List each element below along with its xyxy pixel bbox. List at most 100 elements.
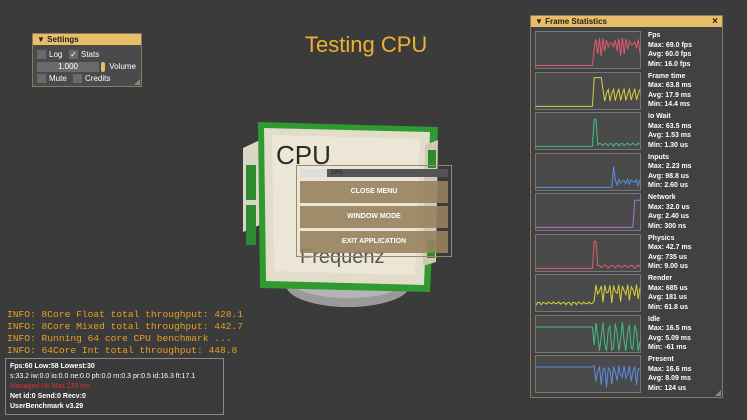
- stat-avg: Avg: 2.40 us: [648, 213, 689, 220]
- progress-label: 18%: [330, 170, 343, 176]
- stat-row-network: Network Max: 32.0 us Avg: 2.40 us Min: 3…: [535, 192, 720, 232]
- stat-name: Inputs: [648, 153, 669, 161]
- collapse-triangle-icon[interactable]: ▼: [535, 17, 543, 26]
- volume-label: Volume: [109, 62, 136, 71]
- volume-slider[interactable]: 1.000 Volume: [37, 61, 136, 72]
- checkmark-icon: ✓: [69, 50, 78, 60]
- timing-info: s:33.2 iw:0.0 io:0.0 ne:0.0 ph:0.0 rn:0.…: [10, 373, 196, 380]
- stat-graph: [535, 355, 641, 393]
- stat-max: Max: 42.7 ms: [648, 244, 692, 251]
- checkbox-icon: [37, 74, 46, 84]
- stat-avg: Avg: 1.53 ms: [648, 132, 691, 139]
- volume-field[interactable]: 1.000: [37, 62, 105, 72]
- stat-graph: [535, 71, 641, 110]
- stat-name: Idle: [648, 315, 661, 323]
- close-icon[interactable]: ×: [712, 16, 718, 27]
- stat-max: Max: 685 us: [648, 284, 688, 292]
- stat-min: Min: 9.00 us: [648, 263, 689, 270]
- frame-statistics-title: Frame Statistics: [545, 17, 607, 26]
- cpu-side-pins-left: [246, 165, 256, 200]
- exit-application-button[interactable]: EXIT APPLICATION: [300, 231, 448, 253]
- stat-min: Min: 14.4 ms: [648, 101, 691, 108]
- volume-handle[interactable]: [101, 62, 105, 72]
- stat-name: Fps: [648, 32, 661, 39]
- resize-grip-icon[interactable]: [715, 390, 721, 396]
- cpu-side-pins-left-2: [246, 205, 256, 245]
- stat-text: Fps Max: 69.0 fps Avg: 60.0 fps Min: 16.…: [648, 31, 692, 69]
- stat-row-present: Present Max: 16.6 ms Avg: 8.09 ms Min: 1…: [535, 354, 720, 394]
- close-menu-button[interactable]: CLOSE MENU: [300, 181, 448, 203]
- stat-row-idle: Idle Max: 16.5 ms Avg: 5.09 ms Min: -61 …: [535, 314, 720, 354]
- stat-max: Max: 16.6 ms: [648, 365, 692, 373]
- stat-text: Io Wait Max: 63.5 ms Avg: 1.53 ms Min: 1…: [648, 112, 692, 150]
- stat-row-io-wait: Io Wait Max: 63.5 ms Avg: 1.53 ms Min: 1…: [535, 111, 720, 151]
- resize-grip-icon[interactable]: [134, 79, 140, 85]
- net-info: Net id:0 Send:0 Recv:0: [10, 393, 86, 400]
- progress-bar: 18%: [300, 169, 448, 177]
- stat-name: Present: [648, 356, 674, 363]
- stat-max: Max: 63.8 ms: [648, 82, 692, 89]
- frame-statistics-title-bar[interactable]: ▼ Frame Statistics ×: [531, 16, 722, 27]
- stat-avg: Avg: 5.09 ms: [648, 334, 691, 342]
- stat-min: Min: 61.8 us: [648, 303, 689, 311]
- stat-row-physics: Physics Max: 42.7 ms Avg: 735 us Min: 9.…: [535, 233, 720, 273]
- stat-min: Min: 300 ns: [648, 222, 687, 230]
- version-info: UserBenchmark v3.29: [10, 403, 84, 410]
- mute-checkbox[interactable]: Mute: [37, 73, 67, 84]
- mute-label: Mute: [49, 74, 67, 83]
- stat-text: Frame time Max: 63.8 ms Avg: 17.9 ms Min…: [648, 72, 692, 110]
- stat-name: Io Wait: [648, 113, 671, 120]
- checkbox-icon: [37, 50, 46, 60]
- stat-text: Network Max: 32.0 us Avg: 2.40 us Min: 3…: [648, 193, 690, 231]
- stat-graph: [535, 31, 641, 69]
- settings-title-bar[interactable]: ▼ Settings: [33, 34, 141, 45]
- stat-max: Max: 63.5 ms: [648, 122, 692, 130]
- stat-graph: [535, 193, 641, 231]
- settings-title: Settings: [47, 35, 79, 44]
- stat-min: Min: 16.0 fps: [648, 60, 691, 68]
- stat-text: Inputs Max: 2.23 ms Avg: 98.8 us Min: 2.…: [648, 153, 692, 191]
- stat-graph: [535, 152, 641, 191]
- log-line: INFO: Running 64 core CPU benchmark ...: [7, 333, 232, 344]
- stat-text: Present Max: 16.6 ms Avg: 8.09 ms Min: 1…: [648, 355, 692, 393]
- stat-avg: Avg: 8.09 ms: [648, 375, 691, 382]
- volume-value: 1.000: [57, 62, 79, 71]
- log-line: INFO: 8Core Float total throughput: 428.…: [7, 309, 244, 320]
- stat-graph: [535, 314, 641, 353]
- stat-row-fps: Fps Max: 69.0 fps Avg: 60.0 fps Min: 16.…: [535, 30, 720, 70]
- stat-name: Network: [648, 194, 676, 201]
- stat-name: Frame time: [648, 72, 686, 80]
- stat-text: Render Max: 685 us Avg: 181 us Min: 61.8…: [648, 274, 688, 312]
- info-overlay: Fps:60 Low:58 Lowest:30 s:33.2 iw:0.0 io…: [5, 358, 224, 415]
- stat-max: Max: 69.0 fps: [648, 41, 692, 49]
- stat-min: Min: 124 us: [648, 384, 687, 392]
- stat-min: Min: -61 ms: [648, 344, 687, 351]
- stat-text: Physics Max: 42.7 ms Avg: 735 us Min: 9.…: [648, 234, 692, 272]
- stat-avg: Avg: 98.8 us: [648, 172, 689, 180]
- stat-graph: [535, 112, 641, 150]
- stat-row-frame-time: Frame time Max: 63.8 ms Avg: 17.9 ms Min…: [535, 71, 720, 111]
- stat-row-render: Render Max: 685 us Avg: 181 us Min: 61.8…: [535, 273, 720, 313]
- stat-min: Min: 2.60 us: [648, 182, 689, 189]
- collapse-triangle-icon[interactable]: ▼: [37, 35, 45, 44]
- stat-max: Max: 16.5 ms: [648, 325, 692, 332]
- main-menu: 18% CLOSE MENU WINDOW MODE EXIT APPLICAT…: [296, 165, 452, 257]
- frame-statistics-window: ▼ Frame Statistics × Fps Max: 69.0 fps A…: [530, 15, 723, 398]
- credits-label: Credits: [85, 74, 111, 83]
- log-line: INFO: 8Core Mixed total throughput: 442.…: [7, 321, 244, 332]
- stat-avg: Avg: 17.9 ms: [648, 91, 691, 99]
- credits-checkbox[interactable]: Credits: [73, 73, 110, 84]
- stat-row-inputs: Inputs Max: 2.23 ms Avg: 98.8 us Min: 2.…: [535, 152, 720, 192]
- stat-name: Render: [648, 275, 673, 282]
- stat-avg: Avg: 735 us: [648, 253, 688, 261]
- stats-checkbox[interactable]: ✓ Stats: [69, 49, 99, 60]
- stat-text: Idle Max: 16.5 ms Avg: 5.09 ms Min: -61 …: [648, 315, 692, 353]
- stat-graph: [535, 274, 641, 312]
- stat-name: Physics: [648, 234, 675, 242]
- window-mode-button[interactable]: WINDOW MODE: [300, 206, 448, 228]
- stat-graph: [535, 233, 641, 272]
- stat-min: Min: 1.30 us: [648, 141, 689, 149]
- log-checkbox[interactable]: Log: [37, 49, 62, 60]
- stat-max: Max: 2.23 ms: [648, 163, 692, 170]
- log-line: INFO: 64Core Int total throughput: 448.8: [7, 345, 238, 356]
